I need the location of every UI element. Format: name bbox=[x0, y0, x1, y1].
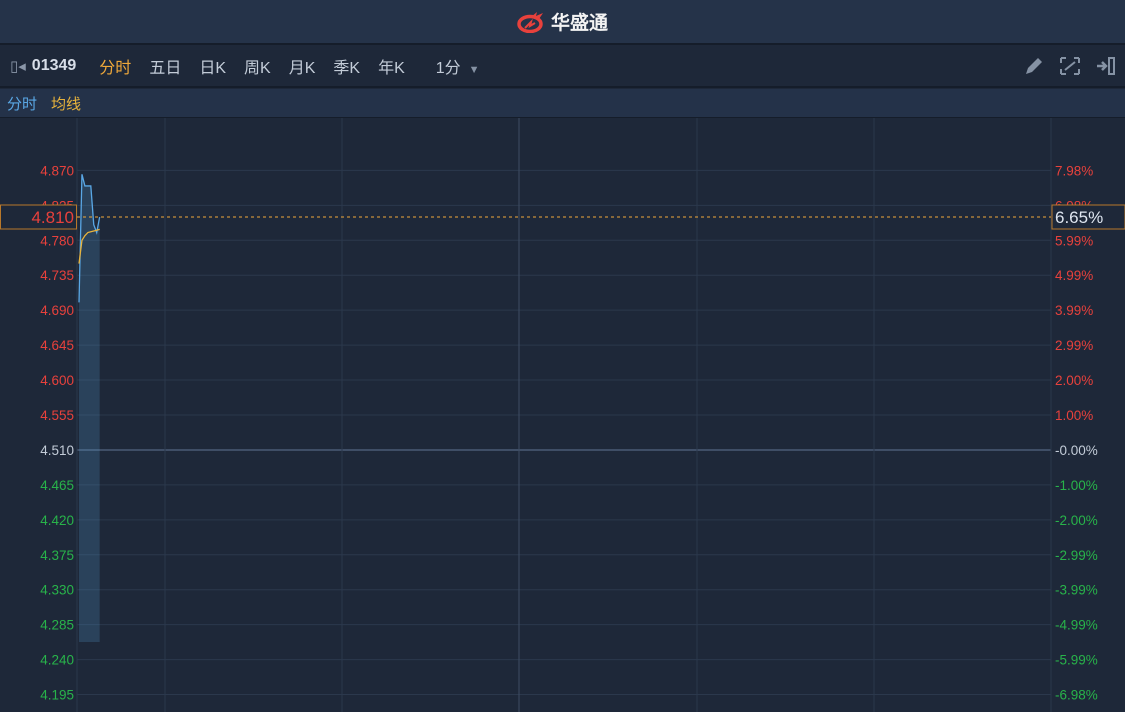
pencil-icon[interactable] bbox=[1023, 56, 1045, 76]
y-tick-label: 4.285 bbox=[40, 618, 74, 633]
current-change-label: 6.65% bbox=[1055, 208, 1103, 227]
tab-daily-k[interactable]: 日K bbox=[190, 54, 235, 78]
toolbar: ▯◂ 01349 分时 五日 日K 周K 月K 季K 年K 1分 ▼ bbox=[0, 46, 1125, 88]
collapse-right-icon[interactable] bbox=[1095, 56, 1117, 76]
y-tick-label: 4.870 bbox=[40, 163, 74, 178]
y-tick-label: 4.735 bbox=[40, 268, 74, 283]
y-tick-label: 4.510 bbox=[40, 443, 74, 458]
tab-five-day[interactable]: 五日 bbox=[140, 54, 190, 78]
pct-tick-label: -6.98% bbox=[1055, 688, 1098, 703]
pct-tick-label: -4.99% bbox=[1055, 618, 1098, 633]
app-title: 华盛通 bbox=[550, 13, 608, 34]
pct-tick-label: 1.00% bbox=[1055, 408, 1093, 423]
y-tick-label: 4.195 bbox=[40, 688, 74, 703]
tab-yearly-k[interactable]: 年K bbox=[369, 54, 414, 78]
pct-tick-label: -5.99% bbox=[1055, 653, 1098, 668]
price-area bbox=[79, 174, 100, 642]
pct-tick-label: 3.99% bbox=[1055, 303, 1093, 318]
y-tick-label: 4.420 bbox=[40, 513, 74, 528]
pct-tick-label: -1.00% bbox=[1055, 478, 1098, 493]
fullscreen-icon[interactable] bbox=[1059, 56, 1081, 76]
pct-tick-label: -2.00% bbox=[1055, 513, 1098, 528]
legend-avg: 均线 bbox=[51, 95, 82, 113]
current-price-label: 4.810 bbox=[31, 208, 74, 227]
title-bar: 华盛通 bbox=[0, 0, 1125, 45]
y-tick-label: 4.600 bbox=[40, 373, 74, 388]
pct-tick-label: 4.99% bbox=[1055, 268, 1093, 283]
y-tick-label: 4.465 bbox=[40, 478, 74, 493]
app-logo: 华盛通 bbox=[517, 8, 608, 35]
stock-code: 01349 bbox=[31, 57, 77, 74]
period-select[interactable]: 1分 ▼ bbox=[436, 54, 480, 78]
period-value: 1分 bbox=[435, 60, 461, 77]
y-tick-label: 4.780 bbox=[40, 233, 74, 248]
y-tick-label: 4.330 bbox=[40, 583, 74, 598]
y-tick-label: 4.645 bbox=[40, 338, 74, 353]
logo-icon bbox=[517, 11, 543, 33]
tab-quarterly-k[interactable]: 季K bbox=[324, 54, 369, 78]
tab-intraday[interactable]: 分时 bbox=[90, 54, 140, 78]
tab-monthly-k[interactable]: 月K bbox=[280, 54, 325, 78]
pct-tick-label: -0.00% bbox=[1055, 443, 1098, 458]
tab-weekly-k[interactable]: 周K bbox=[235, 54, 280, 78]
y-tick-label: 4.240 bbox=[40, 653, 74, 668]
collapse-left-icon[interactable]: ▯◂ bbox=[10, 57, 26, 75]
y-tick-label: 4.555 bbox=[40, 408, 74, 423]
pct-tick-label: 2.99% bbox=[1055, 338, 1093, 353]
pct-tick-label: 2.00% bbox=[1055, 373, 1093, 388]
pct-tick-label: 5.99% bbox=[1055, 233, 1093, 248]
pct-tick-label: -2.99% bbox=[1055, 548, 1098, 563]
legend-price: 分时 bbox=[7, 95, 38, 113]
chart-legend: 分时 均线 bbox=[0, 89, 1125, 118]
y-tick-label: 4.690 bbox=[40, 303, 74, 318]
y-tick-label: 4.375 bbox=[40, 548, 74, 563]
pct-tick-label: 7.98% bbox=[1055, 163, 1093, 178]
pct-tick-label: -3.99% bbox=[1055, 583, 1098, 598]
chevron-down-icon: ▼ bbox=[468, 64, 480, 76]
